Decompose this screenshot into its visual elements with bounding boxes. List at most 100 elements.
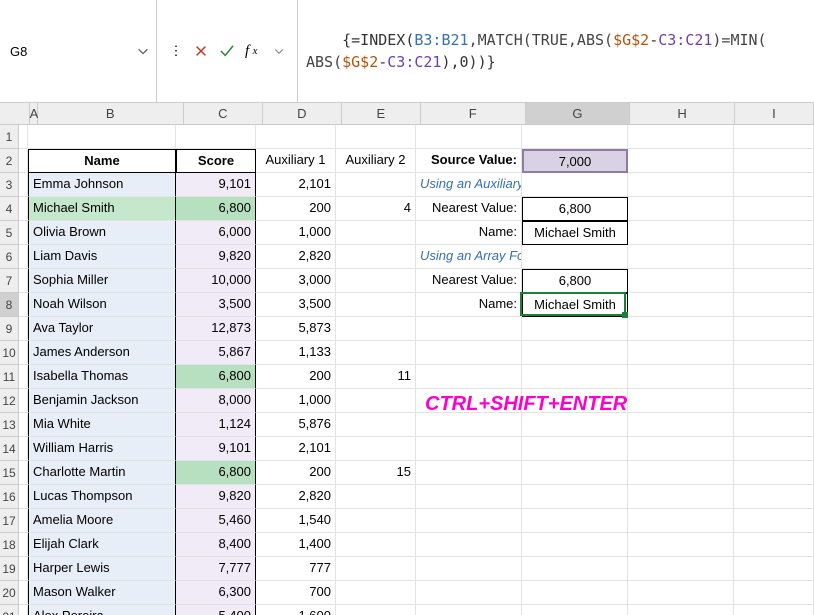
cell[interactable] <box>734 245 814 269</box>
cell[interactable] <box>628 389 734 413</box>
row-header[interactable]: 4 <box>0 197 19 221</box>
name-cell[interactable]: Alex Pereira <box>28 605 176 615</box>
row-header[interactable]: 18 <box>0 533 19 557</box>
cell[interactable] <box>19 581 28 605</box>
nearest-name[interactable]: Michael Smith <box>522 221 628 245</box>
header-aux2[interactable]: Auxiliary 2 <box>336 149 416 173</box>
score-cell[interactable]: 5,400 <box>176 605 256 615</box>
score-cell[interactable]: 12,873 <box>176 317 256 341</box>
cell[interactable] <box>628 221 734 245</box>
aux1-cell[interactable]: 5,876 <box>256 413 336 437</box>
cell[interactable] <box>628 437 734 461</box>
cell[interactable] <box>628 605 734 615</box>
name-cell[interactable]: Sophia Miller <box>28 269 176 293</box>
cell[interactable] <box>416 437 522 461</box>
cell[interactable] <box>416 317 522 341</box>
cell[interactable] <box>734 509 814 533</box>
cell[interactable] <box>522 341 628 365</box>
score-cell[interactable]: 6,800 <box>176 197 256 221</box>
cell[interactable] <box>19 533 28 557</box>
aux1-cell[interactable]: 3,000 <box>256 269 336 293</box>
select-all-corner[interactable] <box>0 103 30 124</box>
cell[interactable] <box>734 557 814 581</box>
cell[interactable] <box>522 533 628 557</box>
cell[interactable] <box>19 173 28 197</box>
col-header[interactable]: C <box>184 103 263 124</box>
name-cell[interactable]: Mason Walker <box>28 581 176 605</box>
score-cell[interactable]: 9,820 <box>176 485 256 509</box>
header-score[interactable]: Score <box>176 149 256 173</box>
cell[interactable] <box>19 413 28 437</box>
score-cell[interactable]: 1,124 <box>176 413 256 437</box>
cell[interactable] <box>734 173 814 197</box>
cell[interactable] <box>628 413 734 437</box>
cell[interactable] <box>522 413 628 437</box>
score-cell[interactable]: 7,777 <box>176 557 256 581</box>
cell[interactable] <box>19 245 28 269</box>
header-name[interactable]: Name <box>28 149 176 173</box>
nearest-value[interactable]: 6,800 <box>522 197 628 221</box>
aux2-cell[interactable] <box>336 317 416 341</box>
cell[interactable] <box>19 365 28 389</box>
cell[interactable] <box>628 557 734 581</box>
row-header[interactable]: 10 <box>0 341 19 365</box>
name-cell[interactable]: William Harris <box>28 437 176 461</box>
aux2-cell[interactable] <box>336 293 416 317</box>
aux1-cell[interactable]: 200 <box>256 461 336 485</box>
score-cell[interactable]: 6,300 <box>176 581 256 605</box>
aux1-cell[interactable]: 1,000 <box>256 389 336 413</box>
cell[interactable] <box>19 389 28 413</box>
row-header[interactable]: 17 <box>0 509 19 533</box>
col-header[interactable]: I <box>735 103 814 124</box>
col-header[interactable]: F <box>421 103 526 124</box>
row-header[interactable]: 9 <box>0 317 19 341</box>
row-header[interactable]: 8 <box>0 293 19 317</box>
name-cell[interactable]: Michael Smith <box>28 197 176 221</box>
name-cell[interactable]: Lucas Thompson <box>28 485 176 509</box>
aux1-cell[interactable]: 200 <box>256 197 336 221</box>
cell[interactable] <box>628 581 734 605</box>
cell[interactable] <box>628 461 734 485</box>
cell[interactable] <box>734 149 814 173</box>
name-cell[interactable]: James Anderson <box>28 341 176 365</box>
cell[interactable] <box>522 245 628 269</box>
aux2-cell[interactable] <box>336 485 416 509</box>
cell[interactable] <box>628 485 734 509</box>
aux2-cell[interactable]: 11 <box>336 365 416 389</box>
cell[interactable] <box>734 389 814 413</box>
aux2-cell[interactable] <box>336 341 416 365</box>
cell[interactable] <box>628 293 734 317</box>
cell[interactable] <box>19 461 28 485</box>
row-header[interactable]: 14 <box>0 437 19 461</box>
name-cell[interactable]: Ava Taylor <box>28 317 176 341</box>
row-header[interactable]: 21 <box>0 605 19 615</box>
cell[interactable] <box>256 125 336 149</box>
cell[interactable] <box>522 461 628 485</box>
score-cell[interactable]: 9,101 <box>176 173 256 197</box>
cell[interactable] <box>628 365 734 389</box>
row-header[interactable]: 12 <box>0 389 19 413</box>
row-header[interactable]: 16 <box>0 485 19 509</box>
row-header[interactable]: 7 <box>0 269 19 293</box>
label-nearest-value[interactable]: Nearest Value: <box>416 197 522 221</box>
name-cell[interactable]: Benjamin Jackson <box>28 389 176 413</box>
aux1-cell[interactable]: 1,400 <box>256 533 336 557</box>
cell[interactable] <box>416 341 522 365</box>
cell[interactable] <box>19 125 28 149</box>
aux1-cell[interactable]: 777 <box>256 557 336 581</box>
cell[interactable] <box>19 317 28 341</box>
name-cell[interactable]: Liam Davis <box>28 245 176 269</box>
aux2-cell[interactable] <box>336 413 416 437</box>
name-cell[interactable]: Amelia Moore <box>28 509 176 533</box>
fx-icon[interactable]: fx <box>245 43 261 59</box>
cell[interactable] <box>522 509 628 533</box>
cell[interactable] <box>416 581 522 605</box>
aux2-cell[interactable] <box>336 221 416 245</box>
cell[interactable] <box>734 365 814 389</box>
name-cell[interactable]: Charlotte Martin <box>28 461 176 485</box>
cell[interactable] <box>734 461 814 485</box>
cell[interactable] <box>416 557 522 581</box>
score-cell[interactable]: 10,000 <box>176 269 256 293</box>
nearest-name[interactable]: Michael Smith <box>522 293 628 317</box>
cell[interactable] <box>522 581 628 605</box>
